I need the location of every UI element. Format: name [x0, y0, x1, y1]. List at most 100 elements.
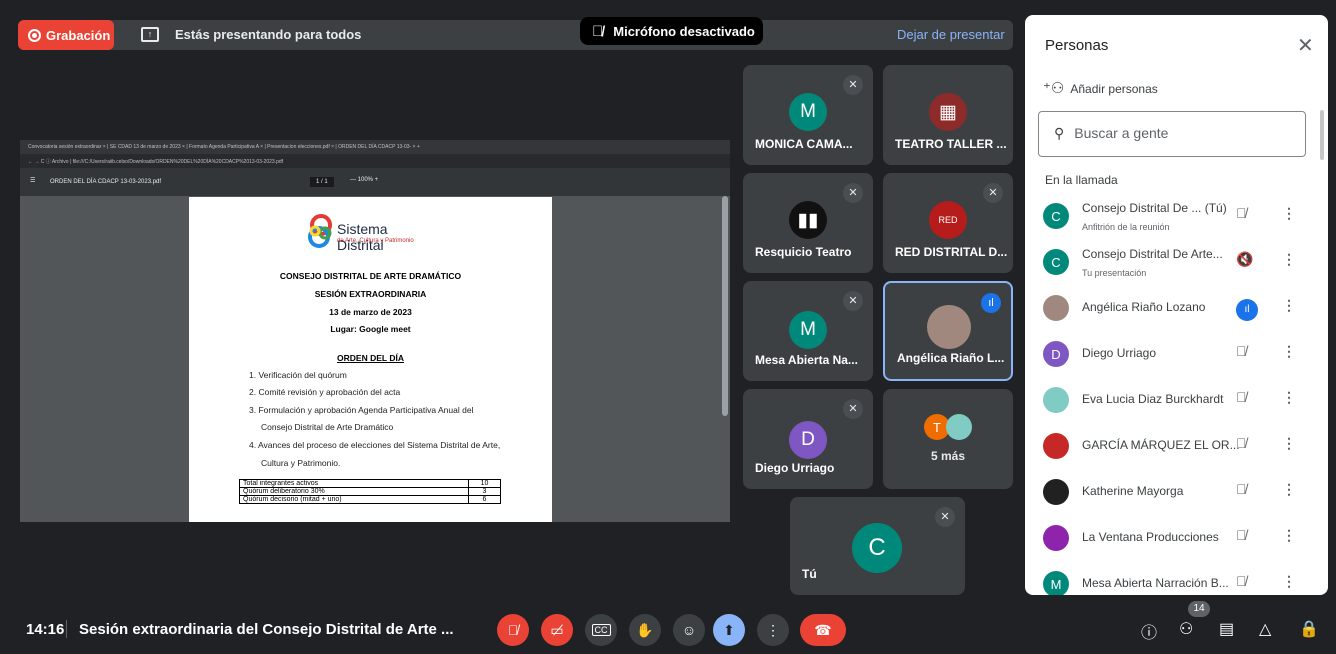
captions-button[interactable]: CC — [585, 614, 617, 646]
more-options-icon[interactable]: ⋮ — [1282, 573, 1296, 590]
mic-toast-text: Micrófono desactivado — [613, 23, 755, 39]
mic-off-toast: 🎙̸ Micrófono desactivado — [580, 17, 763, 45]
emoji-icon: ☺ — [681, 622, 697, 638]
avatar: M — [1043, 571, 1069, 595]
mic-off-icon[interactable]: 🎙̸ — [1236, 343, 1247, 359]
agenda-item: 2. Comité revisión y aprobación del acta — [249, 387, 401, 397]
agenda-item: Consejo Distrital de Arte Dramático — [261, 422, 394, 432]
doc-heading-4: Lugar: Google meet — [330, 324, 411, 334]
present-screen-icon: ⬆ — [723, 621, 735, 638]
participant-row[interactable]: GARCÍA MÁRQUEZ EL OR... 🎙̸ ⋮ — [1025, 425, 1328, 471]
pdf-scrollbar[interactable] — [722, 196, 728, 416]
participant-tile[interactable]: ✕ RED RED DISTRITAL D... — [883, 173, 1013, 273]
more-options-button[interactable]: ⋮ — [757, 614, 789, 646]
stop-presenting-button[interactable]: Dejar de presentar — [897, 27, 1005, 42]
self-tile[interactable]: ✕ C Tú — [790, 497, 965, 595]
participant-row[interactable]: Katherine Mayorga 🎙̸ ⋮ — [1025, 471, 1328, 517]
participant-row[interactable]: D Diego Urriago 🎙̸ ⋮ — [1025, 333, 1328, 379]
participant-row[interactable]: C Consejo Distrital De ... (Tú) Anfitrió… — [1025, 195, 1328, 241]
more-options-icon[interactable]: ⋮ — [1282, 205, 1296, 222]
logo-line1: Sistema Distrital — [337, 221, 388, 253]
add-people-button[interactable]: ⁺⚇ Añadir personas — [1043, 79, 1158, 97]
more-options-icon[interactable]: ⋮ — [1282, 251, 1296, 268]
volume-off-icon[interactable]: 🔇 — [1236, 251, 1253, 268]
avatar: RED — [929, 201, 967, 239]
meeting-title: Sesión extraordinaria del Consejo Distri… — [79, 621, 454, 638]
activities-icon[interactable]: △ — [1259, 619, 1271, 639]
close-icon[interactable]: ✕ — [1297, 33, 1314, 58]
more-options-icon[interactable]: ⋮ — [1282, 297, 1296, 314]
more-options-icon[interactable]: ⋮ — [1282, 435, 1296, 452]
participant-row[interactable]: M Mesa Abierta Narración B... 🎙̸ ⋮ — [1025, 563, 1328, 595]
participant-tile-speaking[interactable]: ıl Angélica Riaño L... — [883, 281, 1013, 381]
agenda-item: 3. Formulación y aprobación Agenda Parti… — [249, 405, 474, 415]
record-icon — [28, 28, 41, 42]
speaking-icon: ıl — [981, 293, 1001, 313]
participant-tile[interactable]: ✕ ▮▮ Resquicio Teatro — [743, 173, 873, 273]
panel-title: Personas — [1045, 37, 1109, 54]
recording-button[interactable]: Grabación — [18, 20, 114, 50]
participant-role: Tu presentación — [1082, 268, 1147, 278]
table-cell: Total integrantes activos — [239, 479, 469, 488]
participant-tile[interactable]: ✕ M MONICA CAMA... — [743, 65, 873, 165]
presenting-text: Estás presentando para todos — [175, 27, 362, 42]
reactions-button[interactable]: ☺ — [673, 614, 705, 646]
participant-name: Katherine Mayorga — [1082, 484, 1184, 498]
table-cell: 10 — [467, 479, 502, 488]
hand-icon: ✋ — [636, 621, 654, 638]
avatar — [1043, 433, 1069, 459]
leave-call-button[interactable]: ☎ — [800, 614, 846, 646]
mic-off-icon: ✕ — [843, 183, 863, 203]
more-options-icon[interactable]: ⋮ — [1282, 343, 1296, 360]
logo-line2: de Arte, Cultura y Patrimonio — [337, 238, 414, 244]
participant-name: GARCÍA MÁRQUEZ EL OR... — [1082, 438, 1240, 452]
participant-tile[interactable]: ▦ TEATRO TALLER ... — [883, 65, 1013, 165]
participant-row[interactable]: Eva Lucia Diaz Burckhardt 🎙̸ ⋮ — [1025, 379, 1328, 425]
avatar: C — [852, 523, 902, 573]
chat-icon[interactable]: ▤ — [1219, 619, 1234, 639]
participant-tile[interactable]: ✕ D Diego Urriago — [743, 389, 873, 489]
mic-toggle-button[interactable]: 🎙̸ — [497, 614, 529, 646]
present-button[interactable]: ⬆ — [713, 614, 745, 646]
host-controls-icon[interactable]: 🔒 — [1299, 619, 1319, 639]
add-person-icon: ⁺⚇ — [1043, 80, 1065, 97]
mic-off-icon[interactable]: 🎙̸ — [1236, 389, 1247, 405]
participant-name: MONICA CAMA... — [755, 137, 853, 151]
search-input[interactable]: ⚲ Buscar a gente — [1038, 111, 1306, 157]
camera-toggle-button[interactable]: ▭̸ — [541, 614, 573, 646]
more-options-icon[interactable]: ⋮ — [1282, 389, 1296, 406]
avatar: M — [789, 93, 827, 131]
mic-off-icon[interactable]: 🎙̸ — [1236, 573, 1247, 589]
more-options-icon[interactable]: ⋮ — [1282, 481, 1296, 498]
table-cell: Quórum decisorio (mitad + uno) — [239, 495, 469, 504]
table-cell: 3 — [467, 487, 502, 496]
avatar — [927, 305, 971, 349]
panel-scrollbar[interactable] — [1320, 110, 1324, 160]
mic-off-icon[interactable]: 🎙̸ — [1236, 435, 1247, 451]
table-cell: 6 — [467, 495, 502, 504]
mic-off-icon[interactable]: 🎙̸ — [1236, 205, 1247, 221]
participant-tile[interactable]: ✕ M Mesa Abierta Na... — [743, 281, 873, 381]
mic-off-icon[interactable]: 🎙̸ — [1236, 481, 1247, 497]
participant-row[interactable]: Angélica Riaño Lozano ıl ⋮ — [1025, 287, 1328, 333]
presentation-banner — [18, 20, 1013, 50]
avatar: C — [1043, 203, 1069, 229]
doc-heading-1: CONSEJO DISTRITAL DE ARTE DRAMÁTICO — [279, 271, 462, 281]
raise-hand-button[interactable]: ✋ — [629, 614, 661, 646]
participant-row[interactable]: La Ventana Producciones 🎙̸ ⋮ — [1025, 517, 1328, 563]
more-options-icon[interactable]: ⋮ — [1282, 527, 1296, 544]
mic-off-icon: 🎙̸ — [592, 22, 604, 40]
people-icon[interactable]: ⚇ — [1179, 619, 1193, 639]
avatar: C — [1043, 249, 1069, 275]
hang-up-icon: ☎ — [814, 621, 832, 638]
more-participants-tile[interactable]: T 5 más — [883, 389, 1013, 489]
avatar: M — [789, 311, 827, 349]
participant-name: RED DISTRITAL D... — [895, 245, 1008, 259]
meeting-info-icon[interactable]: ⓘ — [1141, 619, 1157, 643]
agenda-item: 4. Avances del proceso de elecciones del… — [249, 440, 501, 450]
present-screen-icon: ↑ — [141, 27, 159, 42]
mic-off-icon[interactable]: 🎙̸ — [1236, 527, 1247, 543]
mic-off-icon: ✕ — [843, 291, 863, 311]
search-icon: ⚲ — [1054, 125, 1065, 141]
participant-row[interactable]: C Consejo Distrital De Arte... Tu presen… — [1025, 241, 1328, 287]
